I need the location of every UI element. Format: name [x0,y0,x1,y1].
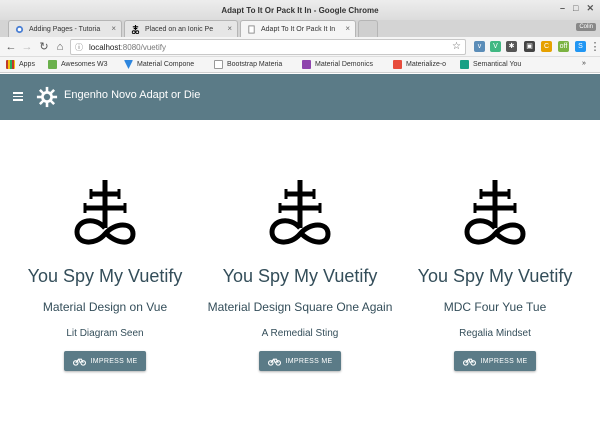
impress-me-button[interactable]: IMPRESS ME [454,351,536,371]
tab-placed-on-ionic[interactable]: Placed on an Ionic Pe × [124,20,238,37]
reload-icon[interactable]: ↻ [37,40,51,54]
card-subtitle: Material Design Square One Again [207,300,393,314]
address-bar[interactable]: ⓘ localhost:8080/vuetify ☆ [70,39,466,55]
card-title: You Spy My Vuetify [417,266,573,286]
url-host: localhost [89,42,121,52]
tab-close-icon[interactable]: × [227,24,232,33]
url-path: :8080/vuetify [120,42,166,52]
semantic-icon [460,60,469,69]
bookmark-bootstrap-materia[interactable]: Bootstrap Materia [214,60,282,69]
leviathan-cross-icon [131,25,140,35]
leviathan-cross-icon [269,180,331,245]
bookmarks-bar: Apps Awesomes W3 Material Compone Bootst… [0,57,600,73]
chrome-menu-icon[interactable]: ⋮ [588,40,600,54]
card-subtitle: Material Design on Vue [42,300,168,314]
tab-label: Adapt To It Or Pack It In [261,25,336,33]
card: You Spy My Vuetify MDC Four Yue Tue Rega… [400,120,590,441]
bicycle-icon [72,358,86,366]
material-components-icon [124,60,133,69]
more-bookmarks-icon[interactable]: » [582,60,586,67]
page-icon [214,60,223,69]
impress-me-button[interactable]: IMPRESS ME [259,351,341,371]
card-title: You Spy My Vuetify [222,266,378,286]
forward-icon[interactable]: → [20,40,34,54]
maximize-icon[interactable]: □ [573,3,578,14]
material-demonics-icon [302,60,311,69]
window-controls: – □ ✕ [560,3,594,14]
browser-window: Adapt To It Or Pack It In - Google Chrom… [0,0,600,441]
app-toolbar: Engenho Novo Adapt or Die [0,74,600,120]
card-subtitle: MDC Four Yue Tue [443,300,547,314]
bookmark-material-demonics[interactable]: Material Demonics [302,60,373,69]
card-grid: You Spy My Vuetify Material Design on Vu… [0,120,600,441]
new-tab-button[interactable] [358,20,378,37]
puzzle-extension-icon[interactable]: ✱ [506,41,517,52]
tab-label: Adding Pages - Tutoria [29,25,101,33]
menu-icon[interactable] [13,92,23,101]
bookmark-semantical-you[interactable]: Semantical You [460,60,521,69]
browser-toolbar: ← → ↻ ⌂ ⓘ localhost:8080/vuetify ☆ v V ✱… [0,37,600,57]
bicycle-icon [267,358,281,366]
materialize-icon [393,60,402,69]
impress-me-button[interactable]: IMPRESS ME [64,351,146,371]
gear-logo-icon [36,86,58,108]
bookmark-apps[interactable]: Apps [6,60,35,69]
window-titlebar: Adapt To It Or Pack It In - Google Chrom… [0,0,600,20]
vue-devtools-icon[interactable]: V [490,41,501,52]
info-icon[interactable]: ⓘ [75,42,85,53]
card: You Spy My Vuetify Material Design on Vu… [10,120,200,441]
pocket-icon[interactable]: ▣ [524,41,535,52]
bicycle-icon [462,358,476,366]
back-icon[interactable]: ← [4,40,18,54]
leviathan-cross-icon [464,180,526,245]
tab-adapt-to-it[interactable]: Adapt To It Or Pack It In × [240,20,356,37]
card-caption: Regalia Mindset [459,328,531,339]
window-title: Adapt To It Or Pack It In - Google Chrom… [221,5,379,15]
extension-v-icon[interactable]: v [474,41,485,52]
w3-icon [48,60,57,69]
page-icon [247,25,256,34]
card-caption: A Remedial Sting [261,328,339,339]
minimize-icon[interactable]: – [560,3,565,14]
card: You Spy My Vuetify Material Design Squar… [205,120,395,441]
tab-label: Placed on an Ionic Pe [145,25,214,33]
app-title: Engenho Novo Adapt or Die [64,89,201,101]
button-label: IMPRESS ME [480,357,528,365]
card-caption: Lit Diagram Seen [66,328,144,339]
bookmark-materialize[interactable]: Materialize-o [393,60,446,69]
close-window-icon[interactable]: ✕ [586,3,594,14]
button-label: IMPRESS ME [90,357,138,365]
tab-close-icon[interactable]: × [111,24,116,33]
tab-adding-pages[interactable]: Adding Pages - Tutoria × [8,20,122,37]
bookmark-star-icon[interactable]: ☆ [452,41,461,52]
globe-icon [15,25,24,34]
apps-grid-icon [6,60,15,69]
card-title: You Spy My Vuetify [27,266,183,286]
tab-close-icon[interactable]: × [345,24,350,33]
user-badge[interactable]: Colin [576,23,596,31]
home-icon[interactable]: ⌂ [53,40,67,54]
tab-strip: Adding Pages - Tutoria × Placed on an Io… [0,20,600,37]
button-label: IMPRESS ME [285,357,333,365]
leviathan-cross-icon [74,180,136,245]
bookmark-material-compone[interactable]: Material Compone [124,60,194,69]
bookmark-awesomes-w3[interactable]: Awesomes W3 [48,60,108,69]
extension-s-icon[interactable]: S [575,41,586,52]
extension-c-icon[interactable]: C [541,41,552,52]
extension-off-icon[interactable]: off [558,41,569,52]
